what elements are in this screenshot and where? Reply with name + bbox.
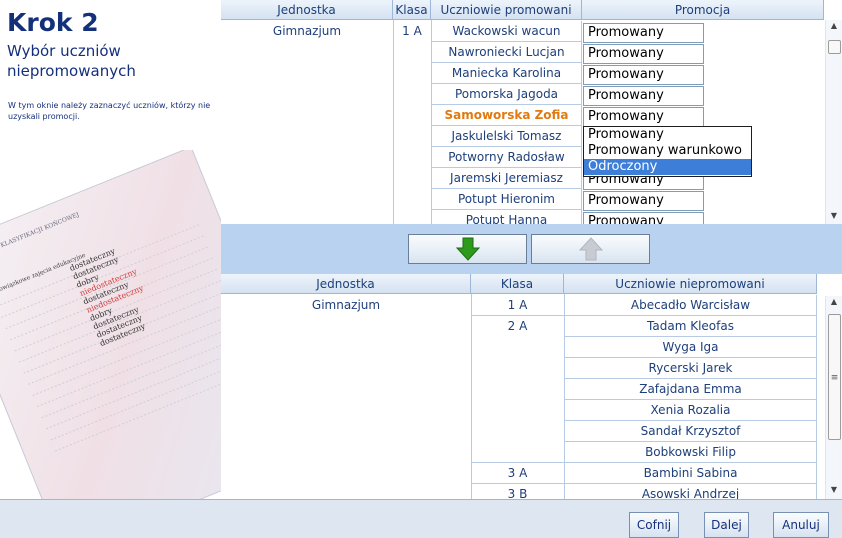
student-cell[interactable]: Asowski Andrzej: [564, 484, 817, 499]
student-cell[interactable]: Zafajdana Emma: [564, 379, 817, 400]
promotion-select[interactable]: Promowany: [583, 65, 704, 85]
header-class[interactable]: Klasa: [393, 0, 431, 20]
header-unit[interactable]: Jednostka: [221, 274, 471, 294]
step-subtitle: Wybór uczniów niepromowanych: [7, 42, 136, 80]
option-odroczony[interactable]: Odroczony: [584, 159, 751, 175]
student-cell[interactable]: Maniecka Karolina: [431, 63, 582, 84]
student-cell[interactable]: Wyga Iga: [564, 337, 817, 358]
scroll-up-icon[interactable]: ▲: [826, 296, 842, 308]
student-cell[interactable]: Bobkowski Filip: [564, 442, 817, 463]
student-cell[interactable]: Potupt Hieronim: [431, 189, 582, 210]
student-cell[interactable]: Jaskulelski Tomasz: [431, 126, 582, 147]
class-cell: 2 A: [507, 319, 528, 333]
top-scrollbar[interactable]: ▲ ▼: [825, 20, 842, 224]
promotion-select[interactable]: Promowany: [583, 86, 704, 106]
scroll-down-icon[interactable]: ▼: [826, 484, 842, 496]
student-cell[interactable]: Rycerski Jarek: [564, 358, 817, 379]
promotion-select[interactable]: Promowany: [583, 44, 704, 64]
student-cell[interactable]: Nawroniecki Lucjan: [431, 42, 582, 63]
scroll-up-icon[interactable]: ▲: [826, 20, 842, 32]
header-class[interactable]: Klasa: [471, 274, 564, 294]
student-cell[interactable]: Xenia Rozalia: [564, 400, 817, 421]
certificate-illustration: WYNIKI KLASYFIKACJI KOŃCOWEJObowiązkowe …: [0, 150, 221, 499]
bottom-scrollbar[interactable]: ▲ ≡ ▼: [825, 296, 842, 499]
promotion-select[interactable]: Promowany: [583, 107, 704, 127]
move-down-button[interactable]: [408, 234, 527, 264]
header-promoted-students[interactable]: Uczniowie promowani: [431, 0, 582, 20]
arrow-down-green-icon: [455, 237, 480, 261]
student-cell[interactable]: Potworny Radosław: [431, 147, 582, 168]
promotion-select[interactable]: Promowany: [583, 191, 704, 211]
next-button[interactable]: Dalej: [704, 512, 749, 538]
step-description: W tym oknie należy zaznaczyć uczniów, kt…: [8, 101, 211, 121]
student-cell[interactable]: Potupt Hanna: [431, 210, 582, 224]
option-promowany[interactable]: Promowany: [584, 127, 751, 143]
non-promoted-students-grid: Jednostka Klasa Uczniowie niepromowani G…: [221, 274, 842, 499]
header-promotion[interactable]: Promocja: [582, 0, 824, 20]
student-cell[interactable]: Samoworska Zofia: [431, 105, 582, 126]
class-cell: 3 B: [507, 487, 528, 499]
option-promowany-warunkowo[interactable]: Promowany warunkowo: [584, 143, 751, 159]
back-button[interactable]: Cofnij: [629, 512, 679, 538]
left-panel: Krok 2 Wybór uczniów niepromowanych W ty…: [0, 0, 221, 499]
move-up-button[interactable]: [531, 234, 650, 264]
student-cell[interactable]: Tadam Kleofas: [564, 316, 817, 337]
arrow-up-gray-icon: [578, 237, 603, 261]
student-cell[interactable]: Bambini Sabina: [564, 463, 817, 484]
student-cell[interactable]: Wackowski wacun: [431, 21, 582, 42]
unit-cell: Gimnazjum: [311, 298, 381, 312]
class-cell: 3 A: [507, 466, 528, 480]
scroll-down-icon[interactable]: ▼: [826, 210, 842, 222]
promoted-students-grid: Jednostka Klasa Uczniowie promowani Prom…: [221, 0, 842, 224]
student-cell[interactable]: Pomorska Jagoda: [431, 84, 582, 105]
step-title: Krok 2: [7, 8, 99, 37]
wizard-footer: Cofnij Dalej Anuluj: [0, 499, 842, 538]
header-unit[interactable]: Jednostka: [221, 0, 393, 20]
student-cell[interactable]: Abecadło Warcisław: [564, 295, 817, 316]
unit-cell: Gimnazjum: [272, 24, 342, 38]
scroll-thumb[interactable]: [828, 40, 841, 54]
header-non-promoted-students[interactable]: Uczniowie niepromowani: [564, 274, 817, 294]
class-cell: 1 A: [507, 298, 528, 312]
student-cell[interactable]: Jaremski Jeremiasz: [431, 168, 582, 189]
student-cell[interactable]: Sandał Krzysztof: [564, 421, 817, 442]
scroll-thumb[interactable]: ≡: [828, 314, 841, 440]
move-buttons-band: [221, 224, 842, 274]
promotion-select[interactable]: Promowany: [583, 23, 704, 43]
promotion-dropdown-list[interactable]: Promowany Promowany warunkowo Odroczony: [583, 126, 752, 177]
cancel-button[interactable]: Anuluj: [773, 512, 829, 538]
class-cell: 1 A: [402, 24, 422, 38]
promotion-select[interactable]: Promowany: [583, 212, 704, 224]
